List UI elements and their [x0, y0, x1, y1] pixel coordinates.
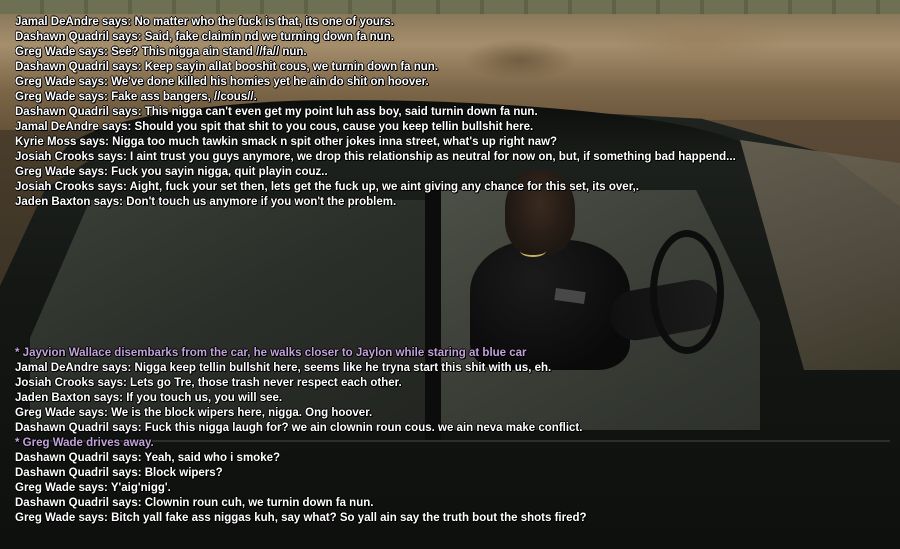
driver-character-body: [470, 240, 630, 370]
car-door-pillar: [425, 190, 441, 440]
wall-top-ledge: [0, 0, 900, 14]
car-door-line: [30, 440, 890, 442]
game-scene: [0, 0, 900, 549]
car-front-window: [30, 200, 430, 430]
driver-character-head: [505, 170, 575, 255]
steering-wheel: [650, 230, 724, 354]
driver-chain: [520, 245, 546, 257]
